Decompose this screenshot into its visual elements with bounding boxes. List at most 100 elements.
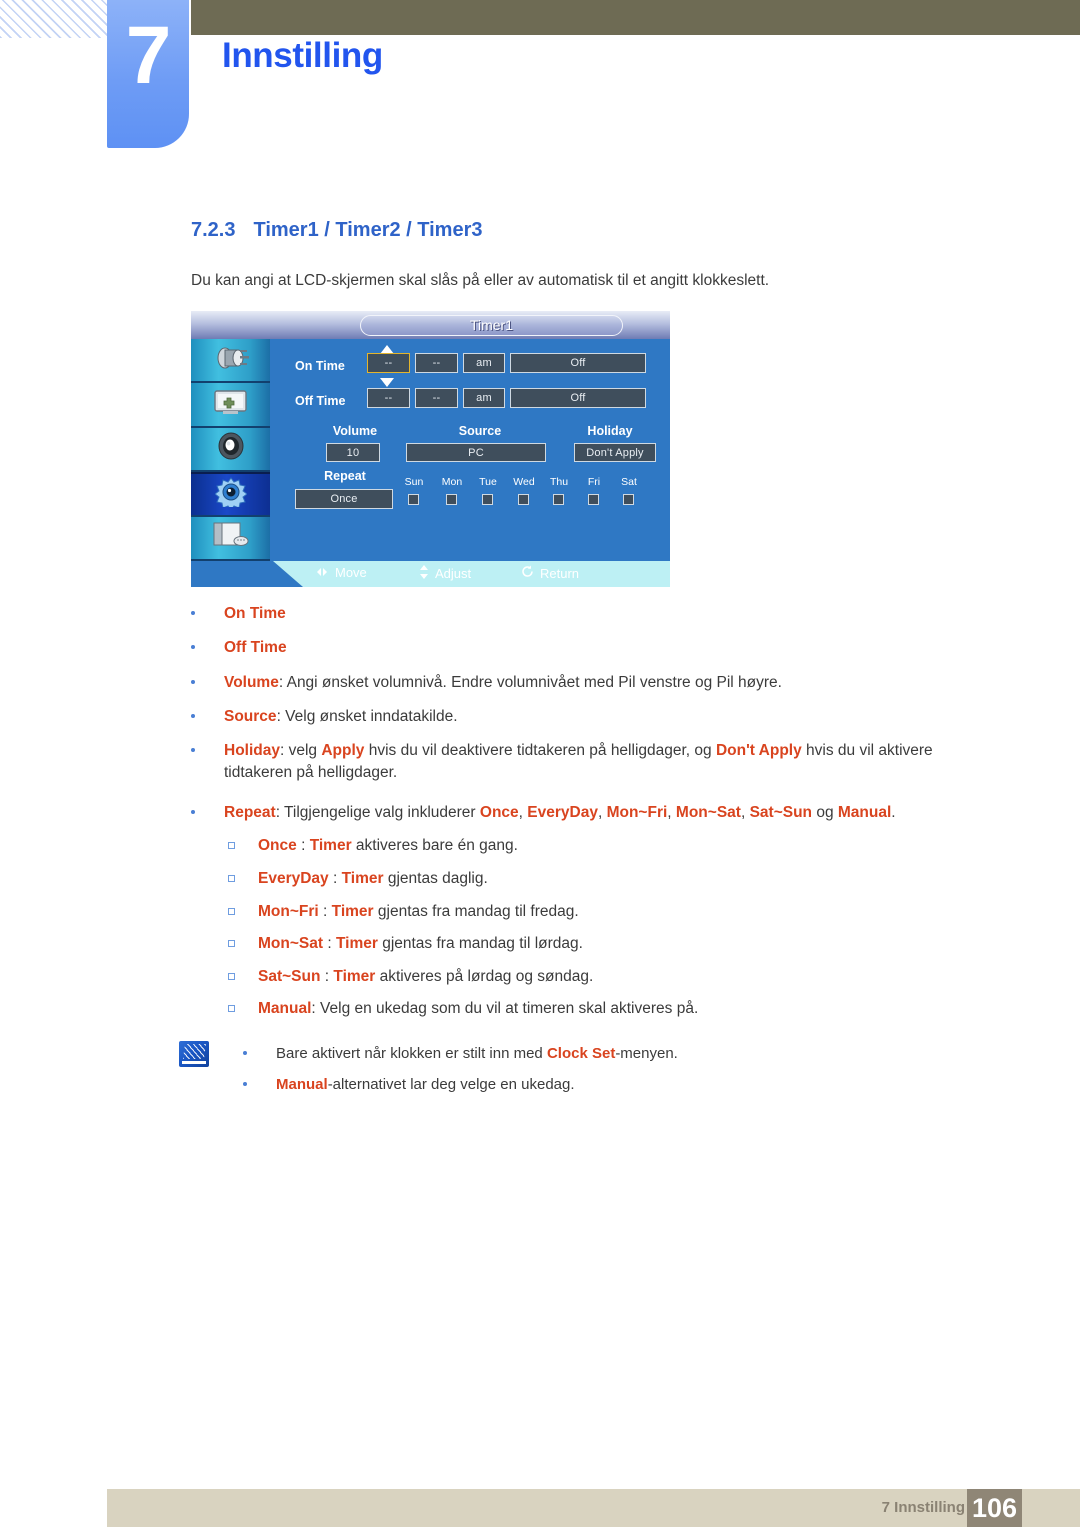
left-right-arrows-icon (315, 565, 329, 580)
repeat-field[interactable]: Once (295, 489, 393, 509)
chapter-title: Innstilling (222, 36, 383, 75)
volume-label: Volume (332, 424, 378, 438)
bullet-dot-icon (191, 680, 195, 684)
osd-hint-return-label: Return (540, 565, 580, 581)
osd-sidebar-item-setup[interactable] (191, 472, 270, 517)
off-time-hour-field[interactable]: -- (367, 388, 410, 408)
on-time-label: On Time (295, 359, 345, 373)
osd-hint-return: Return (521, 565, 579, 581)
holiday-field[interactable]: Don't Apply (574, 443, 656, 462)
day-checkbox-sat[interactable] (623, 494, 634, 505)
osd-panel: On Time -- -- am Off Off Time -- -- am O… (270, 339, 670, 561)
holiday-label: Holiday (587, 424, 633, 438)
sub-bullet-square-icon (228, 842, 235, 849)
osd-hint-adjust: Adjust (419, 565, 471, 582)
subbullet-text-satsun: Sat~Sun : Timer aktiveres på lørdag og s… (258, 968, 594, 985)
section-intro: Du kan angi at LCD-skjermen skal slås på… (191, 272, 770, 289)
header-olive-bar (191, 0, 1080, 35)
osd-hint-move: Move (315, 565, 367, 580)
bullet-dot-icon (191, 611, 195, 615)
osd-hint-bar: Move Adjust Return (191, 561, 670, 587)
bullet-text-source: Source: Velg ønsket inndatakilde. (224, 708, 458, 725)
bullet-text-volume: Volume: Angi ønsket volumnivå. Endre vol… (224, 674, 782, 691)
day-checkbox-thu[interactable] (553, 494, 564, 505)
source-label: Source (458, 424, 502, 438)
picture-display-icon (213, 389, 249, 420)
on-time-state-field[interactable]: Off (510, 353, 646, 373)
subbullet-text-once: Once : Timer aktiveres bare én gang. (258, 837, 518, 854)
osd-hint-notch (191, 561, 303, 587)
bullet-text-off-time: Off Time (224, 639, 287, 656)
osd-title: Timer1 (469, 317, 514, 333)
list-item: Mon~Fri : Timer gjentas fra mandag til f… (228, 901, 998, 923)
list-item: Holiday: velg Apply hvis du vil deaktive… (191, 740, 1002, 785)
subbullet-text-monsat: Mon~Sat : Timer gjentas fra mandag til l… (258, 935, 583, 952)
on-time-meridiem-field[interactable]: am (463, 353, 505, 373)
sub-bullet-square-icon (228, 908, 235, 915)
on-time-minute-field[interactable]: -- (415, 353, 458, 373)
footer-page-number: 106 (967, 1489, 1022, 1527)
note-text-clock-set: Bare aktivert når klokken er stilt inn m… (276, 1045, 678, 1062)
support-document-icon (212, 521, 250, 554)
bullet-dot-icon (243, 1051, 247, 1055)
off-time-label: Off Time (295, 394, 346, 408)
osd-title-bar: Timer1 (191, 311, 670, 339)
day-checkbox-mon[interactable] (446, 494, 457, 505)
footer-chapter-label: 7 Innstilling (881, 1499, 965, 1516)
bullet-text-holiday: Holiday: velg Apply hvis du vil deaktive… (224, 742, 933, 782)
chapter-number: 7 (125, 10, 172, 101)
bullet-dot-icon (191, 645, 195, 649)
on-time-hour-field[interactable]: -- (367, 353, 410, 373)
setup-gear-icon (213, 477, 248, 512)
subbullet-text-monfri: Mon~Fri : Timer gjentas fra mandag til f… (258, 903, 579, 920)
day-label-wed: Wed (513, 476, 535, 488)
off-time-state-field[interactable]: Off (510, 388, 646, 408)
osd-screenshot: Timer1 On Time -- -- am Off Off Time -- … (191, 311, 670, 587)
page-footer: 7 Innstilling 106 (107, 1489, 1080, 1527)
return-arrow-icon (521, 565, 534, 581)
day-checkbox-tue[interactable] (482, 494, 493, 505)
section-number: 7.2.3 (191, 219, 236, 241)
up-down-arrows-icon (419, 565, 429, 582)
note-pen-icon (179, 1041, 209, 1067)
note-text-manual: Manual-alternativet lar deg velge en uke… (276, 1076, 575, 1093)
page-header: 7 Innstilling (0, 0, 1080, 160)
chapter-tab: 7 (107, 0, 189, 148)
off-time-minute-field[interactable]: -- (415, 388, 458, 408)
source-field[interactable]: PC (406, 443, 546, 462)
section-heading: 7.2.3 Timer1 / Timer2 / Timer3 (191, 219, 483, 242)
volume-field[interactable]: 10 (326, 443, 380, 462)
list-item: On Time (191, 603, 1002, 625)
off-time-meridiem-field[interactable]: am (463, 388, 505, 408)
day-label-thu: Thu (549, 476, 569, 488)
sub-bullet-square-icon (228, 875, 235, 882)
input-source-icon (212, 345, 250, 376)
osd-sidebar-item-sound[interactable] (191, 427, 270, 473)
bullet-dot-icon (191, 810, 195, 814)
osd-title-pill: Timer1 (360, 315, 623, 336)
day-checkbox-wed[interactable] (518, 494, 529, 505)
day-checkbox-sun[interactable] (408, 494, 419, 505)
list-item: Sat~Sun : Timer aktiveres på lørdag og s… (228, 966, 998, 988)
osd-hint-move-label: Move (335, 565, 367, 580)
note-pen-base (182, 1061, 206, 1064)
note-pen-strokes (182, 1044, 207, 1059)
day-checkbox-fri[interactable] (588, 494, 599, 505)
subbullet-text-everyday: EveryDay : Timer gjentas daglig. (258, 870, 488, 887)
day-label-mon: Mon (441, 476, 463, 488)
sub-bullet-square-icon (228, 1005, 235, 1012)
bullet-text-on-time: On Time (224, 605, 286, 622)
sub-bullet-square-icon (228, 973, 235, 980)
list-item: Volume: Angi ønsket volumnivå. Endre vol… (191, 672, 1002, 694)
osd-sidebar-item-picture[interactable] (191, 383, 270, 428)
osd-sidebar (191, 339, 270, 561)
repeat-label: Repeat (324, 469, 366, 483)
bullet-dot-icon (191, 748, 195, 752)
osd-hint-adjust-label: Adjust (435, 566, 472, 581)
section-title: Timer1 / Timer2 / Timer3 (253, 219, 483, 241)
spin-down-arrow-icon[interactable] (380, 378, 394, 387)
list-item: EveryDay : Timer gjentas daglig. (228, 868, 998, 890)
osd-sidebar-item-input[interactable] (191, 339, 270, 384)
bullet-dot-icon (191, 714, 195, 718)
osd-sidebar-item-support[interactable] (191, 516, 270, 561)
